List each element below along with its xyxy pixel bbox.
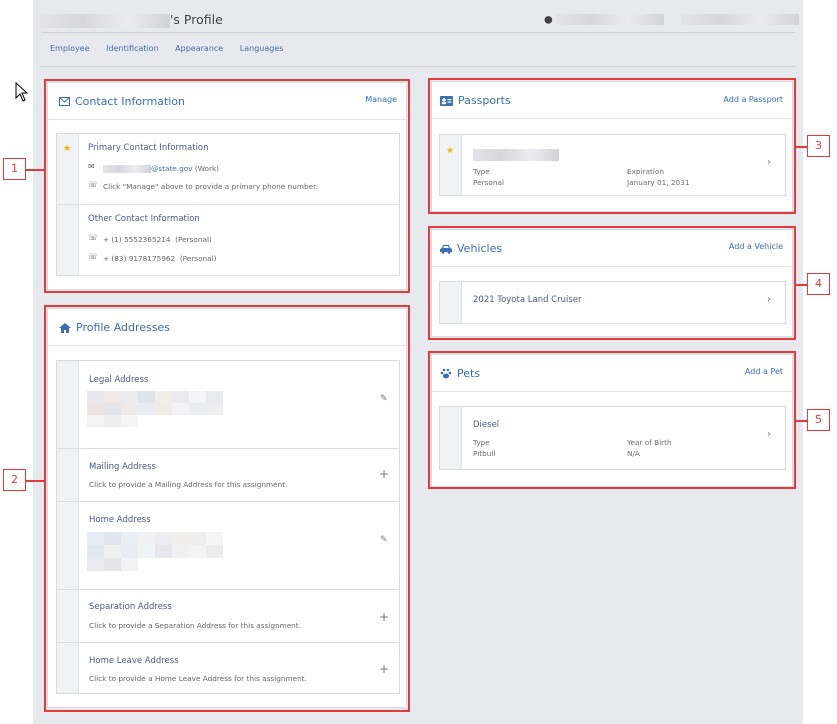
redacted-user-extra: [681, 14, 800, 25]
callout-4: 4: [807, 273, 830, 295]
highlight-box-2: [44, 305, 410, 712]
callout-3: 3: [807, 135, 830, 157]
page-title-text: 's Profile: [170, 12, 223, 27]
tab-employee[interactable]: Employee: [50, 44, 90, 53]
tab-appearance[interactable]: Appearance: [175, 44, 223, 53]
highlight-box-1: [44, 79, 410, 293]
callout-1: 1: [3, 158, 26, 180]
redacted-name: [40, 13, 170, 28]
callout-5: 5: [807, 409, 830, 431]
callout-1-line: [26, 169, 44, 171]
callout-2: 2: [3, 469, 26, 491]
tab-languages[interactable]: Languages: [240, 44, 284, 53]
tab-identification[interactable]: Identification: [106, 44, 158, 53]
user-icon: ●: [544, 14, 553, 26]
highlight-box-5: [428, 351, 796, 489]
header-divider: [41, 32, 795, 33]
callout-2-line: [26, 480, 44, 482]
profile-tabs: Employee Identification Appearance Langu…: [50, 44, 297, 53]
redacted-user: [555, 14, 664, 25]
highlight-box-3: [428, 78, 796, 214]
callout-3-line: [796, 146, 807, 148]
user-menu[interactable]: ●: [544, 14, 800, 26]
callout-5-line: [796, 420, 807, 422]
callout-4-line: [796, 284, 807, 286]
page-title: 's Profile: [40, 12, 223, 28]
tabs-divider: [41, 66, 795, 67]
highlight-box-4: [428, 226, 796, 340]
mouse-pointer-icon: [15, 82, 29, 102]
